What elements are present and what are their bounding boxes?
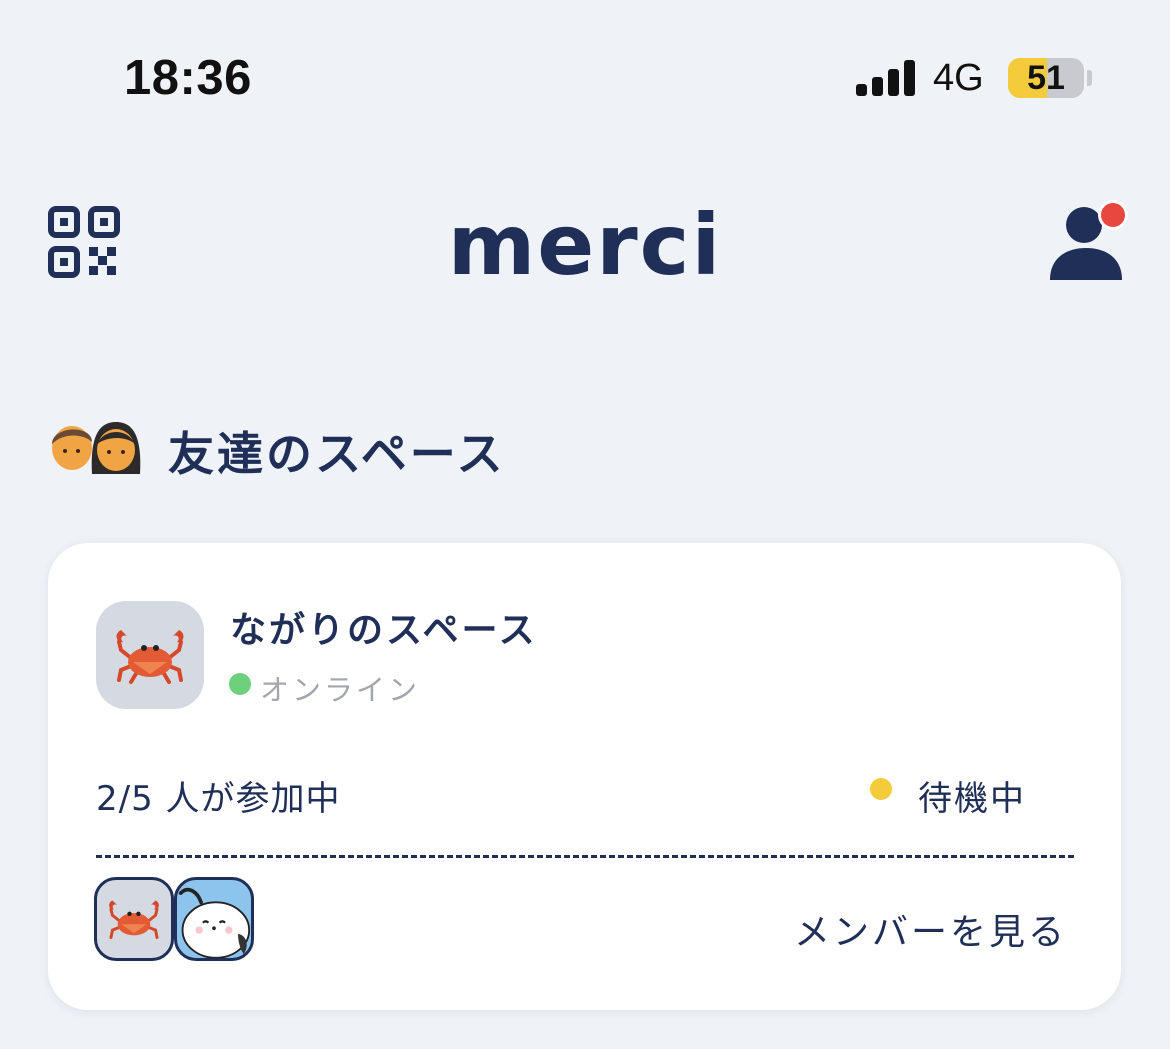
battery-nub — [1087, 70, 1092, 86]
white-bird-icon — [178, 887, 251, 958]
space-name: ながりのスペース — [230, 610, 538, 651]
crab-icon — [116, 630, 184, 684]
app-title: merci — [447, 196, 723, 294]
participants-count: 2/5 人が参加中 — [96, 779, 341, 819]
space-avatar — [96, 601, 204, 709]
online-status-text: オンライン — [260, 673, 421, 707]
network-type: 4G — [933, 57, 984, 99]
signal-strength-icon — [856, 60, 916, 96]
two-people-icon — [46, 418, 142, 474]
online-status-dot — [229, 673, 251, 695]
waiting-status-dot — [870, 778, 892, 800]
space-card[interactable]: ながりのスペース オンライン 2/5 人が参加中 待機中 メンバーを見る — [48, 543, 1121, 1010]
profile-icon[interactable] — [1046, 198, 1130, 282]
battery-level: 51 — [1027, 59, 1065, 97]
status-time: 18:36 — [124, 51, 252, 105]
notification-dot-icon — [1101, 203, 1125, 227]
waiting-status-text: 待機中 — [918, 779, 1026, 819]
view-members-link[interactable]: メンバーを見る — [794, 903, 1067, 955]
dashed-divider — [96, 855, 1074, 858]
section-title: 友達のスペース — [168, 427, 506, 481]
member-avatar-crab — [94, 877, 174, 961]
battery-icon: 51 — [1008, 58, 1084, 98]
crab-icon — [109, 900, 159, 940]
member-avatar-bird — [174, 877, 254, 961]
